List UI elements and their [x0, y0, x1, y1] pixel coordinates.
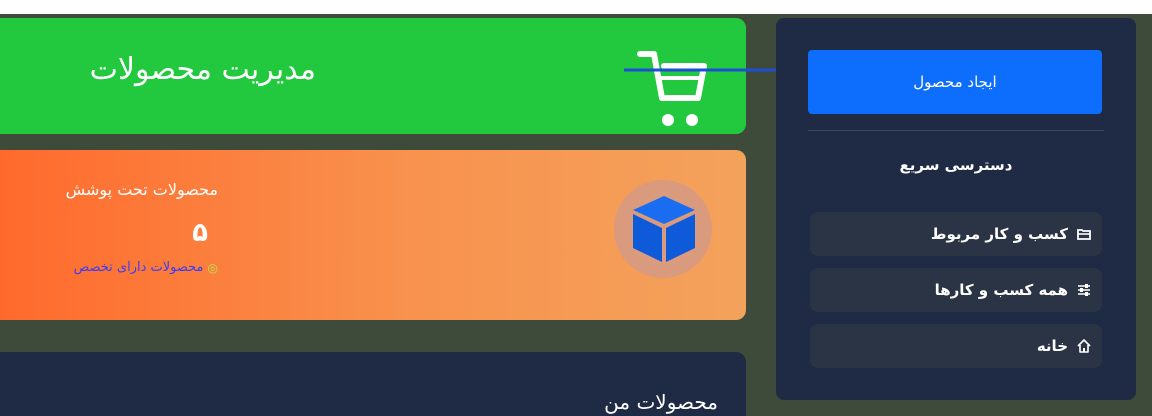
quick-access-title: دسترسی سریع [899, 156, 1013, 174]
sidebar-item-all-businesses[interactable]: همه کسب و کارها [810, 268, 1102, 312]
stat-label: محصولات تحت پوشش [65, 180, 218, 199]
create-product-button[interactable]: ایجاد محصول [808, 50, 1102, 114]
specialized-products-link-label: محصولات دارای تخصص [73, 260, 204, 275]
my-products-card: محصولات من [0, 352, 746, 416]
sidebar-item-home[interactable]: خانه [810, 324, 1102, 368]
sidebar-item-label: خانه [1036, 337, 1068, 355]
sidebar-item-label: همه کسب و کارها [934, 281, 1068, 299]
cube-icon [633, 196, 695, 262]
my-products-title: محصولات من [604, 390, 718, 414]
divider [808, 130, 1104, 131]
sliders-icon [1076, 282, 1092, 298]
folder-icon [1076, 226, 1092, 242]
sidebar-panel: ایجاد محصول دسترسی سریع کسب و کار مربوط … [776, 18, 1136, 400]
sidebar-item-label: کسب و کار مربوط [930, 225, 1068, 243]
stat-value: ۵ [192, 218, 208, 248]
specialized-products-link[interactable]: ◎ محصولات دارای تخصص [74, 260, 218, 275]
sidebar-item-related-business[interactable]: کسب و کار مربوط [810, 212, 1102, 256]
page-title: مدیریت محصولات [89, 52, 316, 87]
top-strip [0, 0, 1152, 14]
arrow-up-circle-icon: ◎ [207, 260, 218, 275]
home-icon [1076, 338, 1092, 354]
